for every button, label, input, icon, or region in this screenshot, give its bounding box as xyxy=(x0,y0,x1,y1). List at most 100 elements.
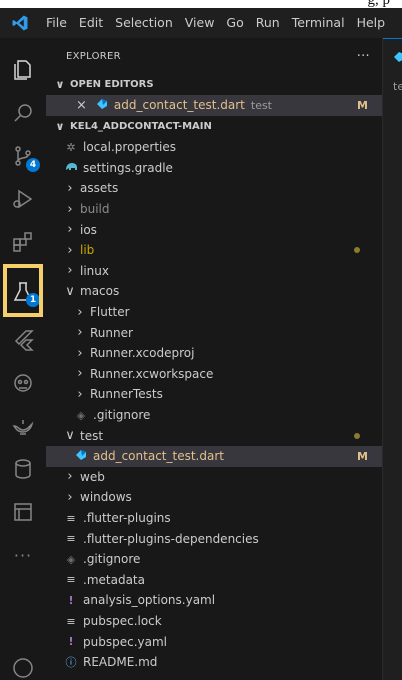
tree-file[interactable]: ◈ .gitignore xyxy=(46,549,382,570)
tree-folder[interactable]: › Runner.xcworkspace xyxy=(46,364,382,385)
chevron-right-icon: › xyxy=(67,201,73,217)
menu-run[interactable]: Run xyxy=(250,8,286,38)
tree-item-label: analysis_options.yaml xyxy=(83,593,216,608)
modified-indicator: M xyxy=(357,449,368,463)
menu-selection[interactable]: Selection xyxy=(109,8,179,38)
tree-file[interactable]: ≡ .flutter-plugins-dependencies xyxy=(46,528,382,549)
chevron-right-icon: › xyxy=(77,345,83,361)
account-icon[interactable] xyxy=(0,648,46,680)
tree-item-label: web xyxy=(80,469,105,484)
chevron-right-icon: › xyxy=(77,325,83,341)
open-editor-folder: test xyxy=(250,98,272,112)
open-editors-section[interactable]: ∨ OPEN EDITORS xyxy=(46,74,382,95)
run-debug-icon[interactable] xyxy=(0,179,46,219)
lines-icon: ≡ xyxy=(66,614,76,628)
open-editors-label: OPEN EDITORS xyxy=(70,78,154,90)
remote-explorer-icon[interactable] xyxy=(0,363,46,403)
lines-icon: ≡ xyxy=(66,532,76,546)
tree-file[interactable]: ≡ .metadata xyxy=(46,570,382,591)
chevron-right-icon: › xyxy=(67,263,73,279)
background-text-fragment: g, p xyxy=(0,0,402,8)
tree-file[interactable]: add_contact_test.dart M xyxy=(46,446,382,467)
yaml-icon: ! xyxy=(68,635,74,649)
editor-tab[interactable] xyxy=(383,38,402,74)
tree-item-label: Runner.xcworkspace xyxy=(90,366,214,381)
menu-edit[interactable]: Edit xyxy=(73,8,109,38)
open-editor-item[interactable]: × add_contact_test.dart test M xyxy=(46,95,382,116)
tree-folder[interactable]: › build xyxy=(46,199,382,220)
vscode-window: File Edit Selection View Go Run Terminal… xyxy=(0,8,402,680)
explorer-title: EXPLORER xyxy=(66,50,121,62)
tree-item-label: local.properties xyxy=(83,140,177,155)
tree-item-label: pubspec.yaml xyxy=(83,634,167,649)
chevron-down-icon: ∨ xyxy=(65,428,75,444)
tree-folder[interactable]: ∨ test xyxy=(46,425,382,446)
tree-item-label: linux xyxy=(80,263,109,278)
chevron-right-icon: › xyxy=(77,304,83,320)
tree-item-label: add_contact_test.dart xyxy=(93,449,224,464)
tree-item-label: RunnerTests xyxy=(90,387,163,402)
tree-item-label: .gitignore xyxy=(83,552,141,567)
tree-folder[interactable]: › assets xyxy=(46,178,382,199)
tree-folder[interactable]: › windows xyxy=(46,487,382,508)
explorer-icon[interactable] xyxy=(0,50,46,90)
project-section[interactable]: ∨ KEL4_ADDCONTACT-MAIN xyxy=(46,116,382,137)
tree-file[interactable]: ⓘ README.md xyxy=(46,652,382,673)
tree-item-label: .metadata xyxy=(83,572,145,587)
tree-folder[interactable]: › Runner xyxy=(46,322,382,343)
menu-view[interactable]: View xyxy=(179,8,221,38)
tree-folder[interactable]: › ios xyxy=(46,219,382,240)
yaml-icon: ! xyxy=(68,593,74,607)
tree-folder[interactable]: › Runner.xcodeproj xyxy=(46,343,382,364)
tree-folder[interactable]: › lib xyxy=(46,240,382,261)
search-icon[interactable] xyxy=(0,93,46,133)
genie-lamp-icon[interactable] xyxy=(0,406,46,446)
tree-file[interactable]: ! pubspec.yaml xyxy=(46,631,382,652)
chevron-down-icon: ∨ xyxy=(65,283,75,299)
tree-folder[interactable]: › Flutter xyxy=(46,302,382,323)
tree-file[interactable]: ≡ pubspec.lock xyxy=(46,611,382,632)
tree-item-label: .gitignore xyxy=(93,408,151,423)
extensions-icon[interactable] xyxy=(0,222,46,262)
dart-icon xyxy=(95,98,109,113)
chevron-right-icon: › xyxy=(67,489,73,505)
chevron-right-icon: › xyxy=(67,469,73,485)
tree-folder[interactable]: ∨ macos xyxy=(46,281,382,302)
editor-area: te xyxy=(382,38,402,680)
menu-help[interactable]: Help xyxy=(351,8,392,38)
chevron-down-icon: ∨ xyxy=(55,77,65,91)
close-icon[interactable]: × xyxy=(76,98,87,113)
tree-file[interactable]: ✲ local.properties xyxy=(46,137,382,158)
tree-item-label: ios xyxy=(80,222,97,237)
editor-tab-label: te xyxy=(393,80,402,93)
database-icon[interactable] xyxy=(0,449,46,489)
tree-file[interactable]: ! analysis_options.yaml xyxy=(46,590,382,611)
menu-go[interactable]: Go xyxy=(220,8,249,38)
project-label: KEL4_ADDCONTACT-MAIN xyxy=(70,120,212,132)
tree-folder[interactable]: › web xyxy=(46,467,382,488)
panels-icon[interactable] xyxy=(0,492,46,532)
chevron-right-icon: › xyxy=(67,242,73,258)
tree-item-label: Runner xyxy=(90,325,133,340)
menu-terminal[interactable]: Terminal xyxy=(286,8,351,38)
git-icon: ◈ xyxy=(66,552,76,566)
tree-item-label: build xyxy=(80,202,110,217)
lines-icon: ≡ xyxy=(66,511,76,525)
tree-item-label: Flutter xyxy=(90,305,130,320)
tree-file[interactable]: ◈ .gitignore xyxy=(46,405,382,426)
tree-file[interactable]: ≡ .flutter-plugins xyxy=(46,508,382,529)
source-control-icon[interactable]: 4 xyxy=(0,136,46,176)
lines-icon: ≡ xyxy=(66,573,76,587)
more-icon[interactable]: ··· xyxy=(0,535,46,575)
tree-folder[interactable]: › RunnerTests xyxy=(46,384,382,405)
dart-icon xyxy=(74,449,88,464)
tree-file[interactable]: settings.gradle xyxy=(46,158,382,179)
explorer-more-button[interactable]: ··· xyxy=(357,49,370,64)
flutter-icon[interactable] xyxy=(0,320,46,360)
git-icon: ◈ xyxy=(76,408,86,422)
tree-folder[interactable]: › linux xyxy=(46,261,382,282)
menu-file[interactable]: File xyxy=(40,8,73,38)
vscode-logo-icon[interactable] xyxy=(0,8,40,38)
gear-icon: ✲ xyxy=(66,140,76,154)
chevron-right-icon: › xyxy=(67,180,73,196)
